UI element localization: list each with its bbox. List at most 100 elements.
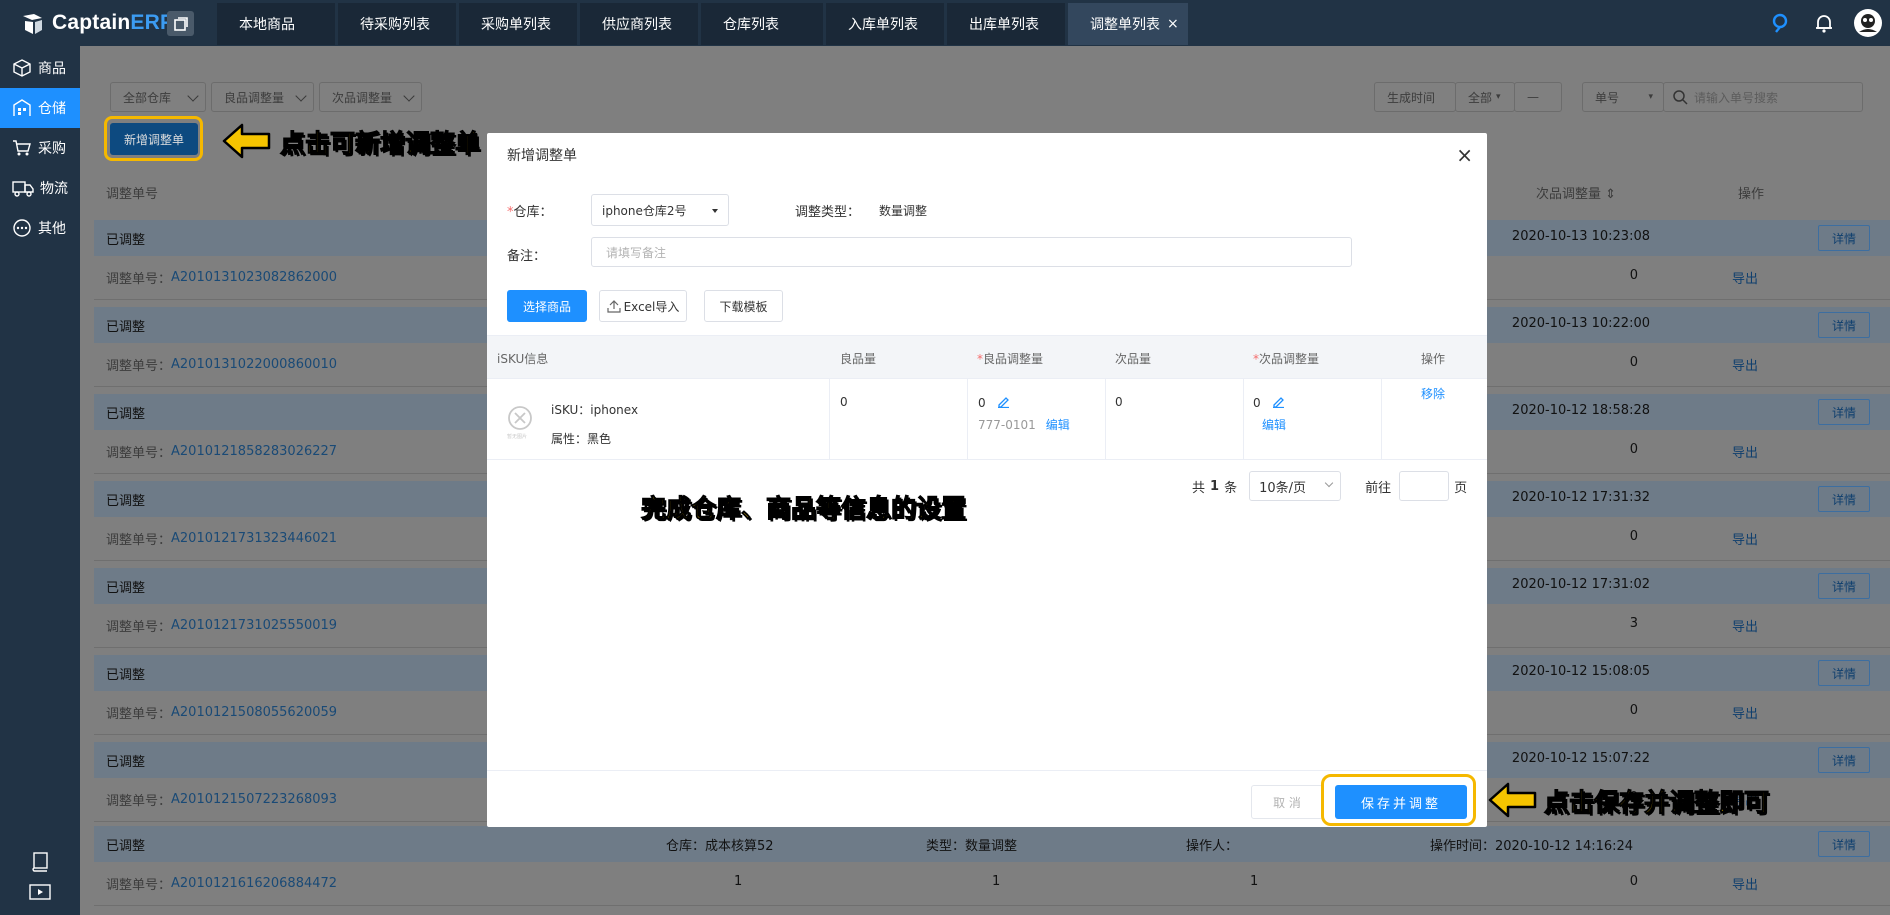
book-icon[interactable] — [0, 847, 80, 877]
tab-purchase-orders[interactable]: 采购单列表 — [459, 3, 577, 45]
row-bad-adjust: 0 — [1629, 268, 1638, 283]
window-toggle-button[interactable] — [167, 11, 194, 36]
tab-bar: 本地商品 待采购列表 采购单列表 供应商列表 仓库列表 入库单列表 出库单列表 … — [217, 3, 1191, 45]
top-bar: CaptainERP 本地商品 待采购列表 采购单列表 供应商列表 仓库列表 入… — [0, 0, 1890, 46]
warehouse-icon — [13, 99, 31, 116]
time-range-input[interactable]: — — [1514, 82, 1562, 112]
tab-adjust-orders[interactable]: 调整单列表 × — [1068, 3, 1188, 45]
detail-button[interactable]: 详情 — [1818, 831, 1870, 857]
export-link[interactable]: 导出 — [1732, 442, 1758, 461]
order-no-link[interactable]: A2010131023082862000 — [171, 270, 337, 285]
sidebar-item-storage[interactable]: 仓储 — [0, 88, 80, 128]
cancel-button[interactable]: 取 消 — [1251, 785, 1323, 819]
sidebar-item-logistics[interactable]: 物流 — [0, 168, 80, 208]
row-time: 2020-10-13 10:23:08 — [1511, 229, 1650, 244]
help-icon[interactable] — [1758, 0, 1802, 46]
export-link[interactable]: 导出 — [1732, 355, 1758, 374]
row-no-label: 调整单号： — [106, 794, 172, 809]
header-order-no: 调整单号 — [106, 187, 159, 202]
bad-qty: 0 — [1115, 395, 1123, 409]
detail-button[interactable]: 详情 — [1818, 486, 1870, 512]
export-link[interactable]: 导出 — [1732, 616, 1758, 635]
row-bad-adjust: 0 — [1629, 529, 1638, 544]
th-good-adjust: *良品调整量 — [977, 352, 1044, 366]
sidebar-item-purchase[interactable]: 采购 — [0, 128, 80, 168]
tab-pending-purchase[interactable]: 待采购列表 — [338, 3, 456, 45]
close-icon[interactable]: × — [1456, 143, 1473, 167]
header-bad-adjust[interactable]: 次品调整量 ⇕ — [1536, 183, 1616, 202]
good-qty: 0 — [840, 395, 848, 409]
time-range-select[interactable]: 全部 ▾ — [1455, 82, 1515, 112]
excel-import-button[interactable]: Excel导入 — [599, 290, 687, 322]
detail-button[interactable]: 详情 — [1818, 747, 1870, 773]
row-no-label: 调整单号： — [106, 359, 172, 374]
box-icon — [13, 59, 31, 77]
remove-link[interactable]: 移除 — [1421, 385, 1445, 402]
time-type-select[interactable]: 生成时间 — [1374, 82, 1456, 112]
row-no-label: 调整单号： — [106, 620, 172, 635]
video-icon[interactable] — [0, 877, 80, 907]
row-no-label: 调整单号： — [106, 707, 172, 722]
app-logo-text: CaptainERP — [52, 11, 175, 34]
annotation-save: 点击保存并调整即可 — [1543, 788, 1770, 818]
tab-warehouses[interactable]: 仓库列表 — [701, 3, 823, 45]
row-title: 已调整 仓库：成本核算52 类型：数量调整 操作人： 操作时间：2020-10-… — [94, 826, 1890, 862]
export-link[interactable]: 导出 — [1732, 874, 1758, 893]
edit-icon[interactable] — [1272, 395, 1285, 409]
sidebar-item-label: 商品 — [38, 61, 66, 77]
detail-button[interactable]: 详情 — [1818, 312, 1870, 338]
row-bad-adjust: 0 — [1629, 874, 1638, 889]
download-template-button[interactable]: 下载模板 — [704, 290, 783, 322]
search-type-select[interactable]: 单号 ▾ — [1582, 82, 1664, 112]
detail-button[interactable]: 详情 — [1818, 399, 1870, 425]
row-status: 已调整 — [106, 493, 146, 509]
row-time: 2020-10-12 17:31:32 — [1511, 490, 1650, 505]
order-no-link[interactable]: A2010121731025550019 — [171, 618, 337, 633]
detail-button[interactable]: 详情 — [1818, 660, 1870, 686]
search-input[interactable]: 请输入单号搜索 — [1663, 82, 1863, 112]
goto-page-input[interactable] — [1399, 471, 1450, 501]
row-operator: 操作人： — [1186, 839, 1239, 854]
chevron-down-icon — [403, 90, 415, 102]
tab-local-products[interactable]: 本地商品 — [217, 3, 335, 45]
order-no-link[interactable]: A2010121508055620059 — [171, 705, 337, 720]
bell-icon[interactable] — [1802, 0, 1846, 46]
tab-close-icon[interactable]: × — [1167, 16, 1179, 32]
sidebar-item-label: 其他 — [38, 221, 66, 237]
order-no-link[interactable]: A2010131022000860010 — [171, 357, 337, 372]
row-warehouse: 仓库：成本核算52 — [666, 839, 774, 854]
tab-suppliers[interactable]: 供应商列表 — [580, 3, 698, 45]
detail-button[interactable]: 详情 — [1818, 573, 1870, 599]
row-time: 2020-10-12 17:31:02 — [1511, 577, 1650, 592]
good-adjust-filter[interactable]: 良品调整量 — [211, 82, 314, 112]
export-link[interactable]: 导出 — [1732, 703, 1758, 722]
order-no-link[interactable]: A2010121616206884472 — [171, 876, 337, 891]
tab-inbound-orders[interactable]: 入库单列表 — [826, 3, 944, 45]
tab-outbound-orders[interactable]: 出库单列表 — [947, 3, 1065, 45]
row-no-label: 调整单号： — [106, 272, 172, 287]
annotation-new: 点击可新增调整单 — [279, 129, 481, 159]
sidebar-item-other[interactable]: 其他 — [0, 208, 80, 248]
warehouse-select[interactable]: iphone仓库2号 — [591, 194, 729, 226]
bad-adjust-filter[interactable]: 次品调整量 — [319, 82, 422, 112]
export-link[interactable]: 导出 — [1732, 268, 1758, 287]
page-size-select[interactable]: 10条/页 — [1249, 471, 1342, 501]
edit-link[interactable]: 编辑 — [1262, 416, 1286, 433]
table-header: iSKU信息 良品量 *良品调整量 次品量 *次品调整量 操作 — [487, 335, 1487, 379]
row-cell: 1 — [734, 874, 743, 889]
edit-icon[interactable] — [997, 395, 1010, 409]
user-avatar-icon[interactable] — [1846, 0, 1890, 46]
sidebar-item-label: 仓储 — [38, 101, 66, 117]
order-no-link[interactable]: A2010121731323446021 — [171, 531, 337, 546]
order-no-link[interactable]: A2010121507223268093 — [171, 792, 337, 807]
choose-product-button[interactable]: 选择商品 — [507, 290, 587, 322]
edit-link[interactable]: 编辑 — [1046, 418, 1070, 432]
warehouse-filter[interactable]: 全部仓库 — [110, 82, 206, 112]
row-status: 已调整 — [106, 406, 146, 422]
export-link[interactable]: 导出 — [1732, 529, 1758, 548]
order-no-link[interactable]: A2010121858283026227 — [171, 444, 337, 459]
remark-input[interactable]: 请填写备注 — [591, 237, 1352, 267]
sidebar-item-products[interactable]: 商品 — [0, 48, 80, 88]
detail-button[interactable]: 详情 — [1818, 225, 1870, 251]
sku-attr: 属性：黑色 — [551, 432, 612, 446]
